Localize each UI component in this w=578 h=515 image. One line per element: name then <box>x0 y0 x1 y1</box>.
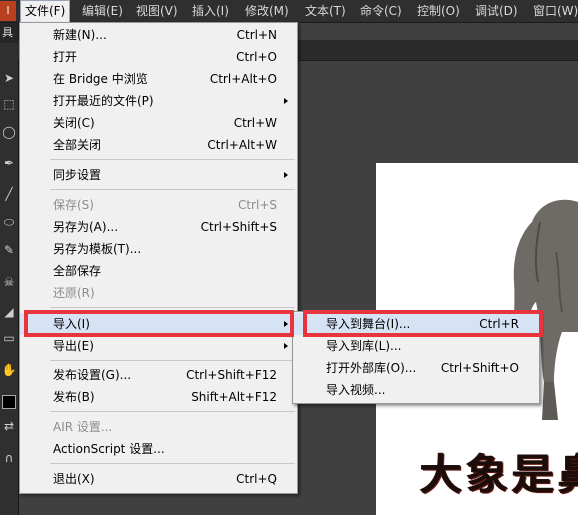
menu-file[interactable]: 文件(F) <box>20 0 71 22</box>
menu-item-shortcut: Ctrl+Alt+O <box>209 72 277 86</box>
menu-item-label: 打开 <box>53 50 78 64</box>
menu-item-label: AIR 设置... <box>53 420 113 434</box>
menu-item-new[interactable]: 新建(N)... Ctrl+N <box>20 24 297 46</box>
stroke-color-swatch[interactable] <box>2 395 16 409</box>
menu-item-label: 导入到舞台(I)... <box>326 317 411 331</box>
menu-separator <box>50 463 295 464</box>
menu-item-shortcut: Ctrl+Shift+S <box>200 220 277 234</box>
submenu-item-import-to-stage[interactable]: 导入到舞台(I)... Ctrl+R <box>293 313 539 335</box>
menu-item-publish[interactable]: 发布(B) Shift+Alt+F12 <box>20 386 297 408</box>
menu-item-save-as-template[interactable]: 另存为模板(T)... <box>20 238 297 260</box>
menu-item-label: 导出(E) <box>53 339 94 353</box>
selection-tool-icon[interactable]: ➤ <box>1 69 17 87</box>
menu-edit[interactable]: 编辑(E) <box>78 0 127 22</box>
menu-item-label: 发布(B) <box>53 390 95 404</box>
menu-item-label: 导入(I) <box>53 317 90 331</box>
menu-item-close[interactable]: 关闭(C) Ctrl+W <box>20 112 297 134</box>
tools-panel: 具 ➤ ⬚ ◯ ✒ ╱ ⬭ ✎ ☠ ◢ ▭ ✋ ⇄ ∩ <box>0 23 19 515</box>
stage-calligraphy-text: 大象是鼻 <box>420 450 578 499</box>
menu-window[interactable]: 窗口(W) <box>529 0 578 22</box>
menu-item-label: 另存为模板(T)... <box>53 242 142 256</box>
menu-item-shortcut: Ctrl+Shift+F12 <box>186 368 277 382</box>
menu-item-exit[interactable]: 退出(X) Ctrl+Q <box>20 468 297 490</box>
menu-separator <box>50 189 295 190</box>
tools-panel-header: 具 <box>0 23 18 43</box>
swap-colors-icon[interactable]: ⇄ <box>1 417 17 435</box>
menu-item-air-settings: AIR 设置... <box>20 416 297 438</box>
menu-debug[interactable]: 调试(D) <box>471 0 522 22</box>
menu-item-label: 保存(S) <box>53 198 94 212</box>
import-submenu: 导入到舞台(I)... Ctrl+R 导入到库(L)... 打开外部库(O)...… <box>292 311 540 404</box>
submenu-arrow-icon <box>284 98 288 104</box>
menu-modify[interactable]: 修改(M) <box>241 0 293 22</box>
eraser-tool-icon[interactable]: ▭ <box>1 329 17 347</box>
menu-item-publish-settings[interactable]: 发布设置(G)... Ctrl+Shift+F12 <box>20 364 297 386</box>
menu-item-shortcut: Ctrl+O <box>236 50 277 64</box>
menu-item-label: 全部保存 <box>53 264 102 278</box>
menu-item-browse-bridge[interactable]: 在 Bridge 中浏览 Ctrl+Alt+O <box>20 68 297 90</box>
menu-item-save: 保存(S) Ctrl+S <box>20 194 297 216</box>
menu-control[interactable]: 控制(O) <box>413 0 464 22</box>
menu-item-save-as[interactable]: 另存为(A)... Ctrl+Shift+S <box>20 216 297 238</box>
submenu-arrow-icon <box>284 172 288 178</box>
submenu-arrow-icon <box>284 321 288 327</box>
menu-item-shortcut: Ctrl+Alt+W <box>207 138 277 152</box>
submenu-item-open-external-library[interactable]: 打开外部库(O)... Ctrl+Shift+O <box>293 357 539 379</box>
app-logo-icon: l <box>0 1 16 21</box>
submenu-arrow-icon <box>284 343 288 349</box>
file-menu: 新建(N)... Ctrl+N 打开 Ctrl+O 在 Bridge 中浏览 Ctrl… <box>19 22 298 494</box>
menu-item-label: 导入到库(L)... <box>326 339 402 353</box>
menu-item-open[interactable]: 打开 Ctrl+O <box>20 46 297 68</box>
menu-item-label: 在 Bridge 中浏览 <box>53 72 148 86</box>
menu-item-close-all[interactable]: 全部关闭 Ctrl+Alt+W <box>20 134 297 156</box>
line-tool-icon[interactable]: ╱ <box>1 185 17 203</box>
oval-tool-icon[interactable]: ⬭ <box>1 213 17 231</box>
menu-item-label: 打开最近的文件(P) <box>53 94 154 108</box>
menu-insert[interactable]: 插入(I) <box>188 0 233 22</box>
lasso-tool-icon[interactable]: ◯ <box>1 123 17 141</box>
menu-item-sync-settings[interactable]: 同步设置 <box>20 164 297 186</box>
submenu-item-import-video[interactable]: 导入视频... <box>293 379 539 401</box>
menu-item-actionscript-settings[interactable]: ActionScript 设置... <box>20 438 297 460</box>
menu-item-export[interactable]: 导出(E) <box>20 335 297 357</box>
menu-item-label: 导入视频... <box>326 383 386 397</box>
menu-separator <box>50 159 295 160</box>
snap-magnet-icon[interactable]: ∩ <box>1 449 17 467</box>
menu-separator <box>50 307 295 308</box>
paint-bucket-icon[interactable]: ◢ <box>1 303 17 321</box>
menu-separator <box>50 360 295 361</box>
pen-tool-icon[interactable]: ✒ <box>1 154 17 172</box>
menu-item-shortcut: Ctrl+S <box>237 198 277 212</box>
menu-commands[interactable]: 命令(C) <box>356 0 406 22</box>
menu-item-label: 同步设置 <box>53 168 102 182</box>
menu-item-shortcut: Ctrl+Q <box>236 472 277 486</box>
menu-item-save-all[interactable]: 全部保存 <box>20 260 297 282</box>
menu-item-label: ActionScript 设置... <box>53 442 165 456</box>
menu-view[interactable]: 视图(V) <box>132 0 182 22</box>
menu-item-shortcut: Ctrl+W <box>233 116 277 130</box>
submenu-item-import-to-library[interactable]: 导入到库(L)... <box>293 335 539 357</box>
bone-tool-icon[interactable]: ☠ <box>1 273 17 291</box>
menu-item-shortcut: Shift+Alt+F12 <box>191 390 277 404</box>
pencil-tool-icon[interactable]: ✎ <box>1 241 17 259</box>
menu-item-label: 还原(R) <box>53 286 95 300</box>
menu-item-revert: 还原(R) <box>20 282 297 304</box>
menubar: l 文件(F) 编辑(E) 视图(V) 插入(I) 修改(M) 文本(T) 命令… <box>0 0 578 23</box>
menu-item-label: 全部关闭 <box>53 138 102 152</box>
menu-item-shortcut: Ctrl+R <box>479 317 519 331</box>
menu-item-label: 关闭(C) <box>53 116 95 130</box>
menu-item-label: 退出(X) <box>53 472 95 486</box>
menu-item-label: 发布设置(G)... <box>53 368 132 382</box>
menu-item-import[interactable]: 导入(I) <box>20 313 297 335</box>
menu-item-label: 新建(N)... <box>53 28 107 42</box>
menu-item-shortcut: Ctrl+Shift+O <box>440 361 519 375</box>
menu-text[interactable]: 文本(T) <box>301 0 350 22</box>
menu-separator <box>50 411 295 412</box>
menu-item-open-recent[interactable]: 打开最近的文件(P) <box>20 90 297 112</box>
menu-item-shortcut: Ctrl+N <box>236 28 277 42</box>
hand-tool-icon[interactable]: ✋ <box>1 361 17 379</box>
menu-item-label: 打开外部库(O)... <box>326 361 417 375</box>
menu-item-label: 另存为(A)... <box>53 220 119 234</box>
subselection-tool-icon[interactable]: ⬚ <box>1 95 17 113</box>
